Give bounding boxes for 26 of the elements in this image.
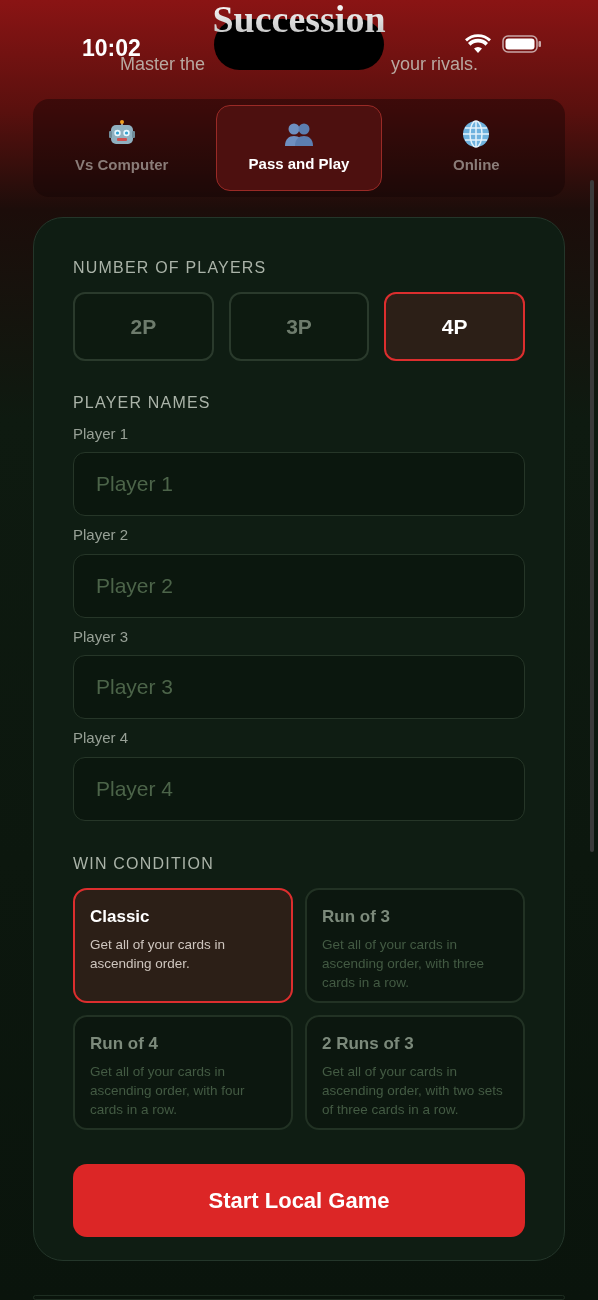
field-label: Player 1: [73, 423, 130, 444]
mode-tab[interactable]: Vs Computer: [39, 104, 205, 191]
mode-tab[interactable]: Pass and Play: [216, 104, 382, 191]
globe-icon: [462, 119, 491, 148]
section-label: PLAYER NAMES: [73, 392, 212, 413]
name-input-field[interactable]: Player 4: [73, 756, 525, 821]
win-condition-option[interactable]: Run of 3 Get all of your cards in ascending order, with three cards in a row.: [305, 887, 525, 1003]
win-condition-option[interactable]: Run of 4 Get all of your cards in ascending order, with four cards in a row.: [73, 1014, 293, 1130]
name-input-field[interactable]: Player 2: [73, 553, 525, 618]
name-input-field[interactable]: Player 1: [73, 452, 525, 517]
field-label: Player 4: [73, 728, 130, 749]
win-condition-option[interactable]: 2 Runs of 3 Get all of your cards in ascending order, with two sets of three cards in a row.: [305, 1014, 525, 1130]
player-count-option[interactable]: 4P: [384, 291, 525, 361]
name-input-field[interactable]: Player 3: [73, 655, 525, 720]
section-label: NUMBER OF PLAYERS: [73, 257, 268, 278]
battery-icon: [502, 35, 542, 53]
section-label: WIN CONDITION: [73, 853, 215, 874]
subtitle-text: your rivals.: [391, 52, 479, 76]
wifi-icon: [465, 34, 491, 53]
start-game-button[interactable]: Start Local Game: [73, 1163, 525, 1237]
win-condition-option[interactable]: Classic Get all of your cards in ascending order.: [73, 887, 293, 1003]
mode-tab[interactable]: Online: [393, 104, 559, 191]
player-count-option[interactable]: 3P: [228, 291, 370, 361]
field-label: Player 3: [73, 626, 130, 647]
player-count-option[interactable]: 2P: [73, 291, 214, 361]
field-label: Player 2: [73, 525, 130, 546]
